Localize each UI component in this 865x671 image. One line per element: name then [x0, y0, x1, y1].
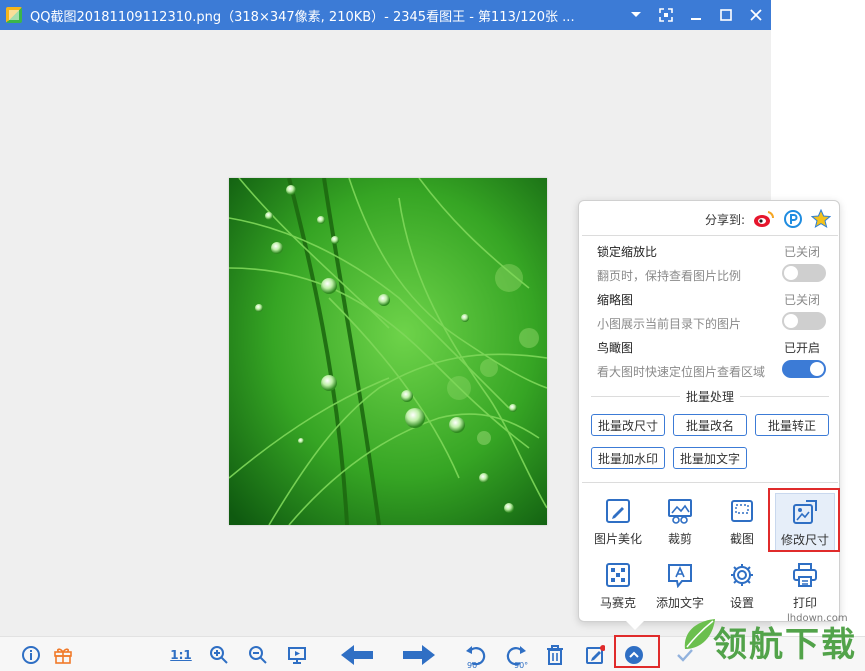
- batch-title-text: 批量处理: [679, 390, 740, 404]
- divider: [582, 235, 838, 236]
- chevron-down-icon: [631, 12, 641, 17]
- tool-print-label: 打印: [792, 596, 817, 610]
- rotate-right-label: 90°: [514, 661, 529, 670]
- zoom-in-button[interactable]: [206, 637, 232, 671]
- watermark-text: 领航下载: [713, 625, 857, 665]
- edit-button[interactable]: [582, 637, 608, 671]
- crop-icon: [666, 497, 694, 525]
- tool-beautify-label: 图片美化: [593, 532, 642, 546]
- popup-arrow: [626, 621, 644, 630]
- option-thumbnail-desc: 小图展示当前目录下的图片: [597, 317, 742, 331]
- toggle-birdseye[interactable]: [782, 360, 826, 378]
- batch-rotate-button[interactable]: 批量转正: [755, 414, 829, 436]
- rotate-left-button[interactable]: 90°: [462, 637, 490, 671]
- zoom-in-icon: [210, 645, 228, 664]
- rotate-left-label: 90°: [467, 661, 482, 670]
- tool-settings-label: 设置: [729, 596, 754, 610]
- share-label: 分享到:: [704, 212, 745, 227]
- watermark: 领航下载 lhdown.com: [679, 611, 859, 667]
- mosaic-icon: [604, 561, 632, 589]
- tool-crop-label: 裁剪: [667, 532, 692, 546]
- option-lock-zoom-title: 锁定缩放比: [597, 245, 658, 259]
- toggle-lock-zoom[interactable]: [782, 264, 826, 282]
- rotate-right-button[interactable]: 90°: [502, 637, 530, 671]
- option-lock-zoom-desc: 翻页时，保持查看图片比例: [597, 269, 742, 283]
- tool-screenshot-label: 截图: [729, 532, 754, 546]
- batch-resize-button[interactable]: 批量改尺寸: [591, 414, 665, 436]
- tool-beautify[interactable]: 图片美化: [588, 493, 648, 551]
- gift-icon: [54, 647, 72, 664]
- tool-screenshot[interactable]: 截图: [712, 493, 772, 551]
- edit-icon: [586, 644, 605, 664]
- weibo-icon[interactable]: [753, 210, 775, 228]
- screenshot-icon: [728, 497, 756, 525]
- slideshow-icon: [288, 646, 306, 664]
- pen-edit-icon: [604, 497, 632, 525]
- maximize-button[interactable]: [711, 0, 741, 30]
- arrow-right-icon: [403, 644, 435, 665]
- info-button[interactable]: [18, 637, 44, 671]
- option-lock-zoom-state: 已关闭: [784, 245, 821, 259]
- tool-add-text[interactable]: 添加文字: [650, 557, 710, 615]
- close-button[interactable]: [741, 0, 771, 30]
- batch-rename-button[interactable]: 批量改名: [673, 414, 747, 436]
- more-tools-popup: 分享到: 锁定缩放比 已关闭 翻页时，保持查看图片比例 缩略图 已关闭 小图展示…: [578, 200, 840, 622]
- delete-button[interactable]: [542, 637, 568, 671]
- share-row: 分享到:: [705, 209, 831, 229]
- zoom-out-button[interactable]: [245, 637, 271, 671]
- tool-crop[interactable]: 裁剪: [650, 493, 710, 551]
- displayed-image[interactable]: [229, 178, 547, 525]
- tool-print[interactable]: 打印: [775, 557, 835, 615]
- slideshow-button[interactable]: [284, 637, 310, 671]
- batch-add-text-button[interactable]: 批量加文字: [673, 447, 747, 469]
- dropdown-menu-button[interactable]: [621, 0, 651, 30]
- chevron-up-circle-icon: [625, 645, 643, 664]
- actual-size-button[interactable]: 1:1: [166, 637, 196, 671]
- app-logo-icon: [6, 7, 22, 23]
- green-grass-dewdrops-image: [229, 178, 547, 525]
- window-controls: [621, 0, 771, 30]
- minimize-button[interactable]: [681, 0, 711, 30]
- option-thumbnail-state: 已关闭: [784, 293, 821, 307]
- batch-watermark-button[interactable]: 批量加水印: [591, 447, 665, 469]
- tool-mosaic-label: 马赛克: [599, 596, 636, 610]
- printer-icon: [791, 561, 819, 589]
- text-bubble-icon: [666, 561, 694, 589]
- gear-icon: [728, 561, 756, 589]
- fullscreen-button[interactable]: [651, 0, 681, 30]
- info-icon: [22, 645, 40, 664]
- p-logo-icon[interactable]: [783, 209, 803, 229]
- option-birdseye-state: 已开启: [784, 341, 821, 355]
- title-bar: QQ截图20181109112310.png（318×347像素, 210KB）…: [0, 0, 771, 30]
- maximize-icon: [720, 9, 732, 21]
- option-birdseye-title: 鸟瞰图: [597, 341, 634, 355]
- actual-size-label: 1:1: [170, 647, 192, 662]
- tool-mosaic[interactable]: 马赛克: [588, 557, 648, 615]
- tool-resize[interactable]: 修改尺寸: [775, 493, 835, 551]
- resize-image-icon: [791, 498, 819, 526]
- tool-resize-label: 修改尺寸: [780, 533, 829, 547]
- arrow-left-icon: [341, 644, 373, 665]
- option-thumbnail-title: 缩略图: [597, 293, 634, 307]
- option-birdseye-desc: 看大图时快速定位图片查看区域: [597, 365, 766, 379]
- previous-image-button[interactable]: [338, 637, 376, 671]
- close-icon: [750, 9, 762, 21]
- next-image-button[interactable]: [400, 637, 438, 671]
- window-title: QQ截图20181109112310.png（318×347像素, 210KB）…: [30, 9, 575, 25]
- zoom-out-icon: [249, 645, 267, 664]
- gift-button[interactable]: [50, 637, 76, 671]
- tool-add-text-label: 添加文字: [655, 596, 704, 610]
- tool-settings[interactable]: 设置: [712, 557, 772, 615]
- fullscreen-icon: [659, 8, 673, 22]
- minimize-icon: [691, 18, 701, 20]
- star-icon[interactable]: [811, 209, 831, 229]
- more-tools-button[interactable]: [620, 637, 648, 671]
- trash-icon: [547, 644, 563, 665]
- watermark-url: lhdown.com: [787, 613, 848, 624]
- batch-section-title: 批量处理: [579, 388, 841, 405]
- toggle-thumbnail[interactable]: [782, 312, 826, 330]
- divider: [582, 482, 838, 483]
